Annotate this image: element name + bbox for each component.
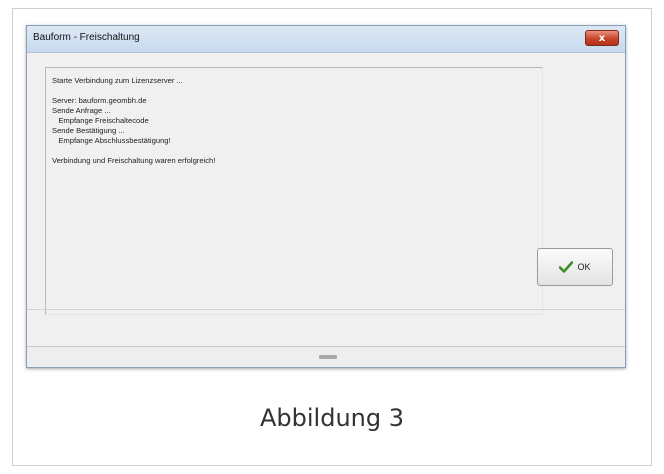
dialog-title: Bauform - Freischaltung [33, 32, 140, 43]
log-text: Starte Verbindung zum Lizenzserver ... S… [52, 76, 216, 165]
figure-caption: Abbildung 3 [259, 404, 404, 432]
ok-button-label: OK [577, 262, 591, 272]
status-grip [319, 355, 337, 359]
dialog-titlebar[interactable]: Bauform - Freischaltung x [27, 26, 625, 53]
close-button[interactable]: x [585, 30, 619, 46]
status-bar [27, 346, 625, 367]
status-separator [27, 309, 625, 310]
close-icon: x [598, 32, 606, 44]
checkmark-icon [559, 261, 574, 273]
log-panel: Starte Verbindung zum Lizenzserver ... S… [45, 67, 543, 315]
dialog-window: Bauform - Freischaltung x Starte Verbind… [26, 25, 626, 368]
ok-button[interactable]: OK [537, 248, 613, 286]
